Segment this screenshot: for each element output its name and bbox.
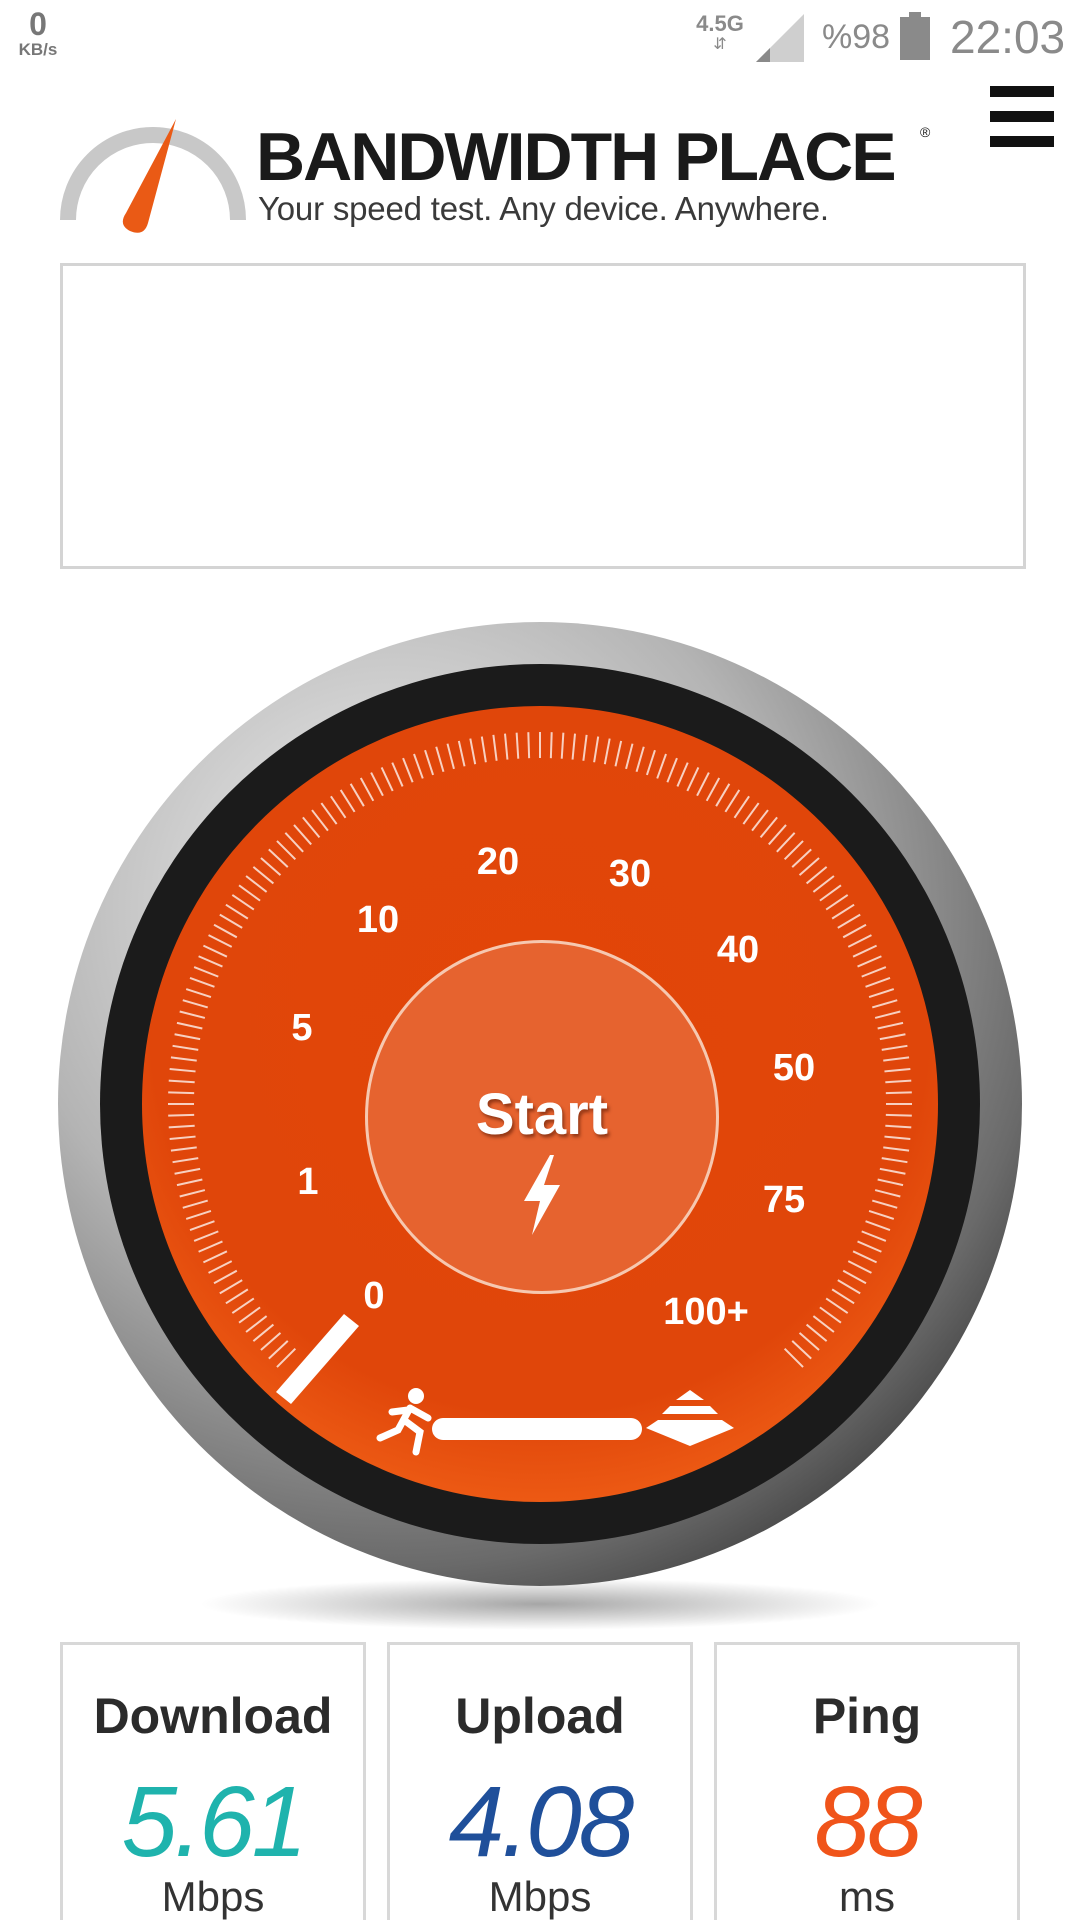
hamburger-icon bbox=[990, 86, 1054, 97]
network-type: 4.5G ⇵ bbox=[690, 12, 750, 54]
scale-label-5: 5 bbox=[291, 1007, 312, 1049]
ping-unit: ms bbox=[839, 1873, 895, 1920]
scale-label-50: 50 bbox=[773, 1047, 815, 1089]
upload-title: Upload bbox=[455, 1688, 625, 1744]
menu-button[interactable] bbox=[990, 86, 1054, 148]
download-unit: Mbps bbox=[161, 1873, 265, 1920]
scale-label-40: 40 bbox=[717, 929, 759, 971]
ping-title: Ping bbox=[812, 1688, 922, 1744]
battery-icon bbox=[900, 12, 930, 60]
status-bar: 0 KB/s 4.5G ⇵ %98 22:03 bbox=[0, 0, 1080, 76]
scale-label-75: 75 bbox=[763, 1179, 805, 1221]
scale-label-100-plus: 100+ bbox=[663, 1291, 749, 1333]
battery-percent: %98 bbox=[822, 18, 891, 56]
network-speed-value: 0 bbox=[29, 6, 47, 42]
brand-title: BANDWIDTH PLACE bbox=[256, 119, 897, 195]
download-value: 5.61 bbox=[121, 1766, 308, 1878]
upload-unit: Mbps bbox=[488, 1873, 592, 1920]
speedometer-logo-icon bbox=[60, 119, 246, 233]
start-button-label: Start bbox=[475, 1082, 609, 1147]
scale-label-1: 1 bbox=[297, 1161, 318, 1203]
ping-value: 88 bbox=[814, 1766, 922, 1878]
upload-value: 4.08 bbox=[448, 1766, 635, 1878]
download-result-card: Download 5.61 Mbps bbox=[60, 1642, 366, 1920]
brand-tagline: Your speed test. Any device. Anywhere. bbox=[258, 190, 829, 227]
scale-label-0: 0 bbox=[363, 1275, 384, 1317]
scale-label-10: 10 bbox=[357, 899, 399, 941]
network-speed-indicator: 0 KB/s bbox=[12, 8, 64, 60]
hamburger-icon-bar bbox=[990, 111, 1054, 122]
clock: 22:03 bbox=[950, 11, 1066, 63]
scale-label-30: 30 bbox=[609, 853, 651, 895]
hamburger-icon-bar bbox=[990, 136, 1054, 147]
network-type-label: 4.5G bbox=[696, 11, 744, 36]
network-speed-unit: KB/s bbox=[18, 40, 58, 59]
upload-result-card: Upload 4.08 Mbps bbox=[387, 1642, 693, 1920]
data-activity-icon: ⇵ bbox=[713, 36, 727, 53]
ping-result-card: Ping 88 ms bbox=[714, 1642, 1020, 1920]
signal-icon bbox=[756, 14, 804, 62]
download-title: Download bbox=[93, 1688, 333, 1744]
registered-mark: ® bbox=[920, 124, 931, 140]
start-button[interactable]: Start bbox=[365, 940, 719, 1294]
lightning-bolt-icon bbox=[524, 1155, 560, 1235]
ad-placeholder bbox=[60, 263, 1026, 569]
scale-label-20: 20 bbox=[477, 841, 519, 883]
